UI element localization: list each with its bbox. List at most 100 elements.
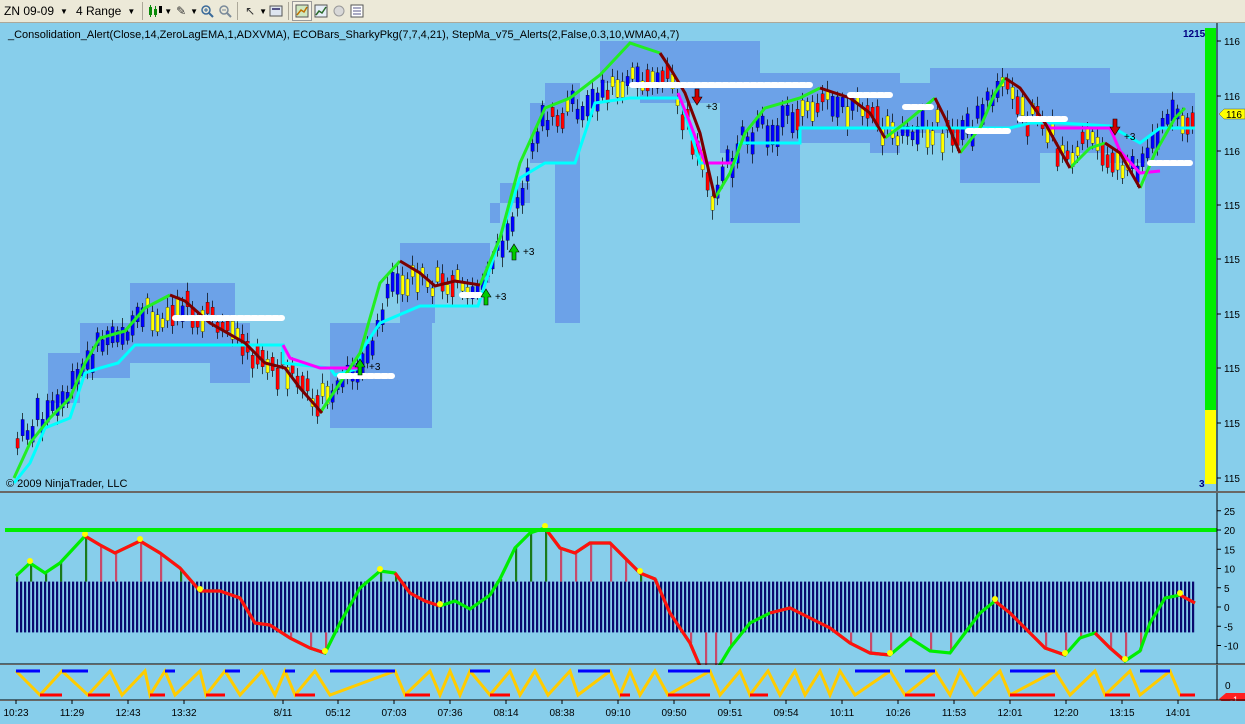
oscillator-base-bar: [1164, 581, 1167, 633]
oscillator-base-bar: [76, 581, 79, 633]
oscillator-base-bar: [620, 581, 623, 633]
candlestick-icon[interactable]: [146, 2, 164, 20]
properties-icon[interactable]: [267, 2, 285, 20]
pencil-icon[interactable]: ✎: [172, 2, 190, 20]
oscillator-base-bar: [752, 581, 755, 633]
candle-body: [1055, 148, 1060, 167]
oscillator-histogram-bar: [515, 548, 518, 582]
price-chart-svg[interactable]: +3 +3 +3 +3 +3 116 116 116 115 115 115 115 115 115 1…: [0, 23, 1245, 724]
oscillator-base-bar: [1176, 581, 1179, 633]
oscillator-base-bar: [520, 581, 523, 633]
time-tick-label: 11:29: [60, 708, 85, 719]
candle-body: [575, 108, 580, 120]
oscillator-base-bar: [280, 581, 283, 633]
oscillator-base-bar: [764, 581, 767, 633]
candle-body: [960, 120, 965, 140]
oscillator-base-bar: [400, 581, 403, 633]
oscillator-base-bar: [212, 581, 215, 633]
candle-body: [500, 240, 505, 258]
zoom-out-icon[interactable]: [216, 2, 234, 20]
chevron-down-icon[interactable]: ▼: [190, 7, 198, 16]
oscillator-base-bar: [848, 581, 851, 633]
candle-body: [415, 270, 420, 293]
chart-area[interactable]: +3 +3 +3 +3 +3 116 116 116 115 115 115 115 115 115 1…: [0, 23, 1245, 724]
oscillator-base-bar: [992, 581, 995, 633]
period-selector[interactable]: 4 Range ▼: [72, 1, 139, 21]
candle-body: [205, 302, 210, 314]
time-tick-label: 11:53: [942, 708, 967, 719]
oscillator-base-bar: [220, 581, 223, 633]
oscillator-base-bar: [96, 581, 99, 633]
oscillator-base-bar: [364, 581, 367, 633]
top-right-label: 1215: [1183, 29, 1206, 40]
oscillator-base-bar: [424, 581, 427, 633]
candle-body: [630, 67, 635, 80]
oscillator-base-bar: [528, 581, 531, 633]
candle-body: [840, 97, 845, 108]
oscillator-histogram-bar: [1045, 632, 1048, 648]
candle-body: [1115, 152, 1120, 171]
oscillator-base-bar: [840, 581, 843, 633]
candle-body: [585, 95, 590, 117]
candle-body: [250, 355, 255, 369]
time-tick-label: 14:01: [1165, 708, 1190, 719]
oscillator-base-bar: [548, 581, 551, 633]
oscillator-base-bar: [344, 581, 347, 633]
oscillator-base-bar: [324, 581, 327, 633]
oscillator-base-bar: [772, 581, 775, 633]
candle-body: [1020, 96, 1025, 116]
strategy-icon[interactable]: [292, 1, 313, 21]
oscillator-base-bar: [1136, 581, 1139, 633]
price-tick-label: 116: [1224, 92, 1240, 103]
price-tick-label: 115: [1224, 474, 1240, 485]
time-tick-label: 09:51: [717, 708, 742, 719]
oscillator-base-bar: [700, 581, 703, 633]
chevron-down-icon[interactable]: ▼: [164, 7, 172, 16]
oscillator-turn-dot: [1122, 656, 1128, 662]
oscillator-base-bar: [308, 581, 311, 633]
oscillator-base-bar: [912, 581, 915, 633]
oscillator-base-bar: [232, 581, 235, 633]
oscillator-axis: [1217, 493, 1245, 664]
oscillator-base-bar: [108, 581, 111, 633]
oscillator-base-bar: [716, 581, 719, 633]
candle-body: [405, 278, 410, 296]
oscillator-base-bar: [708, 581, 711, 633]
oscillator-tick-label: 0: [1224, 603, 1230, 614]
oscillator-histogram-bar: [115, 553, 118, 582]
oscillator-base-bar: [1040, 581, 1043, 633]
oscillator-turn-dot: [637, 568, 643, 574]
oscillator-base-bar: [456, 581, 459, 633]
oscillator-base-bar: [672, 581, 675, 633]
chevron-down-icon[interactable]: ▼: [259, 7, 267, 16]
signal-label: +3: [369, 362, 381, 373]
oscillator-base-bar: [436, 581, 439, 633]
candle-body: [150, 311, 155, 331]
oscillator-base-bar: [16, 581, 19, 633]
time-tick-label: 08:38: [549, 708, 574, 719]
oscillator-histogram-bar: [870, 632, 873, 653]
zoom-in-icon[interactable]: [198, 2, 216, 20]
oscillator-base-bar: [688, 581, 691, 633]
circle-icon[interactable]: [330, 2, 348, 20]
oscillator-histogram-bar: [160, 553, 163, 582]
candle-body: [1090, 131, 1095, 144]
oscillator-histogram-bar: [560, 548, 563, 582]
oscillator-base-bar: [1016, 581, 1019, 633]
candle-body: [785, 104, 790, 116]
chart-icon[interactable]: [312, 2, 330, 20]
candle-body: [985, 91, 990, 101]
oscillator-base-bar: [60, 581, 63, 633]
data-box-icon[interactable]: [348, 2, 366, 20]
candle-body: [1190, 112, 1195, 128]
instrument-selector[interactable]: ZN 09-09 ▼: [0, 1, 72, 21]
oscillator-base-bar: [432, 581, 435, 633]
cursor-icon[interactable]: ↖: [241, 2, 259, 20]
oscillator-base-bar: [600, 581, 603, 633]
oscillator-base-bar: [896, 581, 899, 633]
oscillator-base-bar: [540, 581, 543, 633]
candle-body: [625, 76, 630, 86]
oscillator-base-bar: [584, 581, 587, 633]
oscillator-base-bar: [124, 581, 127, 633]
candle-body: [395, 273, 400, 295]
